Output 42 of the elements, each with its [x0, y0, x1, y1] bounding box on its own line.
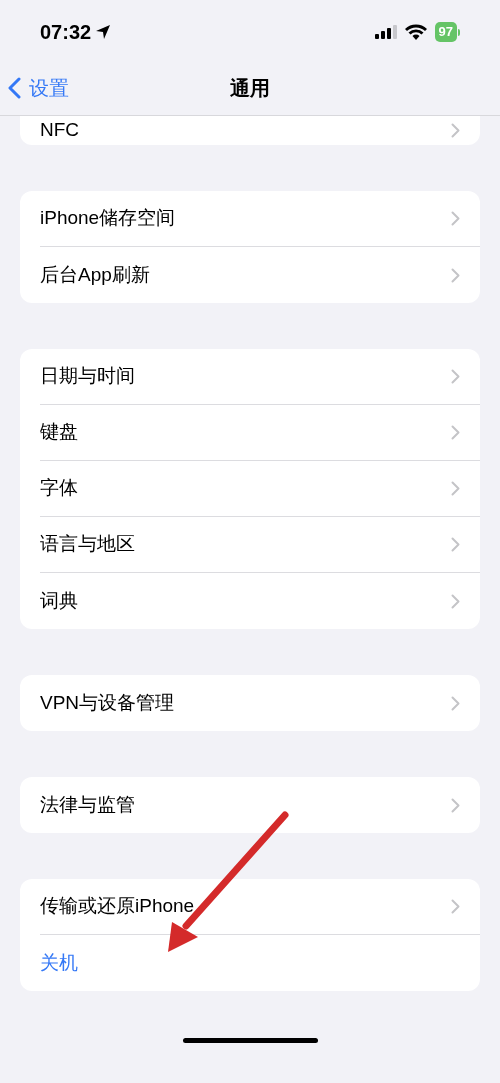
settings-row[interactable]: 法律与监管	[20, 777, 480, 833]
chevron-icon	[451, 369, 460, 384]
row-label: 字体	[40, 476, 79, 501]
chevron-icon	[451, 123, 460, 138]
back-icon	[8, 76, 21, 99]
chevron-icon	[451, 481, 460, 496]
settings-row[interactable]: 字体	[20, 461, 480, 517]
row-label: NFC	[40, 118, 81, 143]
settings-row[interactable]: 关机	[20, 935, 480, 991]
row-label: 语言与地区	[40, 532, 136, 557]
row-label: 传输或还原iPhone	[40, 894, 196, 919]
row-label: 后台App刷新	[40, 262, 151, 287]
status-time: 07:32	[40, 20, 92, 45]
battery-percent: 97	[438, 23, 453, 42]
signal-icon	[374, 25, 397, 39]
wifi-icon	[404, 24, 427, 40]
chevron-icon	[451, 899, 460, 914]
row-label: 词典	[40, 588, 79, 613]
settings-row[interactable]: 词典	[20, 573, 480, 629]
chevron-icon	[451, 425, 460, 440]
settings-row[interactable]: 语言与地区	[20, 517, 480, 573]
settings-row[interactable]: 日期与时间	[20, 349, 480, 405]
chevron-icon	[451, 695, 460, 711]
row-label: 法律与监管	[40, 792, 136, 817]
settings-row[interactable]: 键盘	[20, 405, 480, 461]
chevron-icon	[451, 593, 460, 609]
settings-row[interactable]: iPhone储存空间	[20, 191, 480, 247]
settings-row[interactable]: 后台App刷新	[20, 247, 480, 303]
chevron-icon	[451, 211, 460, 226]
back-button[interactable]: 设置	[8, 72, 69, 103]
page-title: 通用	[230, 75, 270, 101]
settings-row[interactable]: NFC	[20, 116, 480, 145]
chevron-icon	[451, 537, 460, 552]
chevron-icon	[451, 267, 460, 283]
chevron-icon	[451, 797, 460, 813]
row-label: 键盘	[40, 420, 79, 445]
row-label: iPhone储存空间	[40, 206, 177, 231]
row-label: 日期与时间	[40, 364, 136, 389]
row-label: 关机	[40, 950, 79, 975]
settings-row[interactable]: VPN与设备管理	[20, 675, 480, 731]
row-label: VPN与设备管理	[40, 690, 176, 715]
location-icon	[95, 24, 112, 40]
